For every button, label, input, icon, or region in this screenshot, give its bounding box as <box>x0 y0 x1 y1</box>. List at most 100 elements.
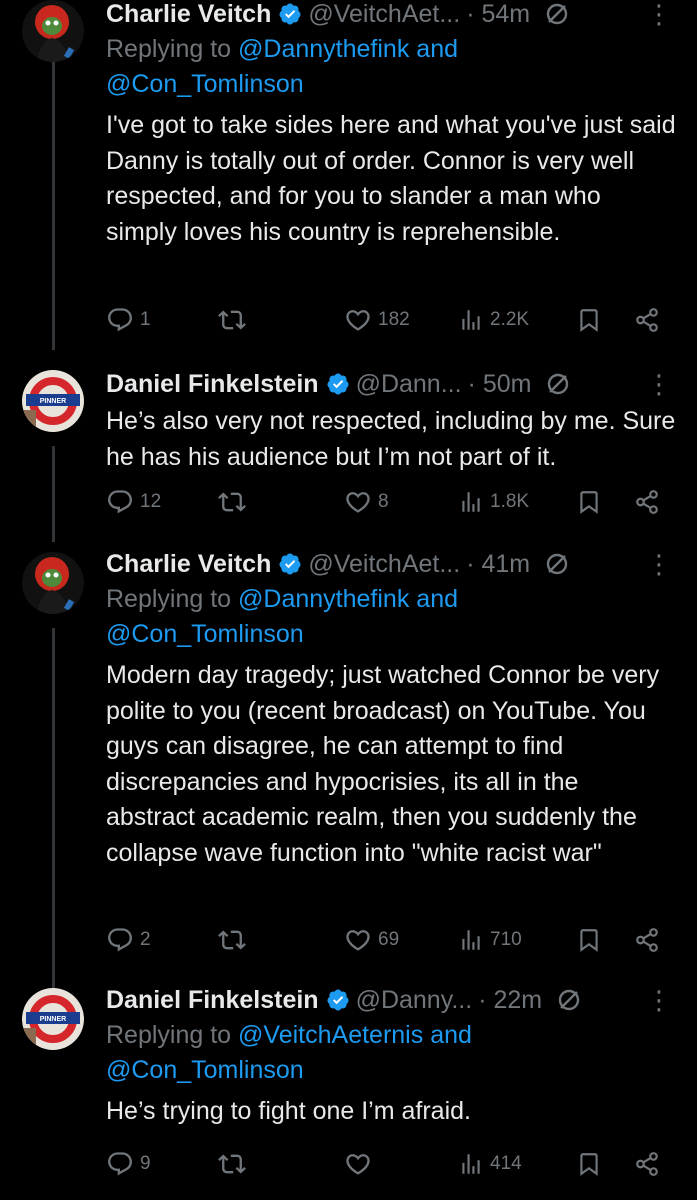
pinner-roundel-avatar[interactable]: PINNER <box>22 988 84 1050</box>
grok-icon[interactable] <box>544 1 570 27</box>
more-options-icon[interactable]: ⋮ <box>645 987 673 1013</box>
reply-button[interactable]: 9 <box>106 1150 151 1178</box>
heart-icon <box>346 930 370 951</box>
tweet-item[interactable]: Charlie Veitch @VeitchAet... · 41m ⋮ Rep… <box>0 530 697 970</box>
share-icon <box>636 928 658 952</box>
mention-link[interactable]: @Con_Tomlinson <box>106 1056 304 1084</box>
replying-to: Replying to @Dannythefink and @Con_Tomli… <box>106 35 459 98</box>
reply-icon <box>108 490 132 514</box>
view-count: 1.8K <box>490 491 530 512</box>
frog-avatar[interactable] <box>22 0 84 62</box>
verified-badge-icon <box>279 553 301 575</box>
reply-icon <box>108 928 132 952</box>
author-name[interactable]: Charlie Veitch <box>106 550 271 579</box>
views-icon <box>462 492 480 512</box>
tweet-text: I've got to take sides here and what you… <box>106 111 676 246</box>
reply-button[interactable]: 12 <box>106 488 161 516</box>
grok-icon[interactable] <box>556 987 582 1013</box>
action-bar: 2 69 710 <box>106 922 673 958</box>
share-button[interactable] <box>634 1151 660 1177</box>
more-options-icon[interactable]: ⋮ <box>645 1 673 27</box>
retweet-button[interactable] <box>218 926 246 954</box>
bookmark-button[interactable] <box>576 489 602 515</box>
author-handle[interactable]: @VeitchAet... <box>308 550 460 579</box>
author-handle[interactable]: @VeitchAet... <box>308 0 460 29</box>
like-button[interactable] <box>344 1150 378 1178</box>
heart-icon <box>346 1154 370 1175</box>
bookmark-icon <box>580 309 598 332</box>
bookmark-icon <box>580 929 598 952</box>
verified-badge-icon <box>327 989 349 1011</box>
verified-badge-icon <box>327 373 349 395</box>
mention-link[interactable]: @Dannythefink <box>238 35 409 63</box>
grok-icon[interactable] <box>544 551 570 577</box>
author-handle[interactable]: @Dann... <box>356 370 462 399</box>
frog-avatar[interactable] <box>22 552 84 614</box>
retweet-icon <box>218 310 246 330</box>
bookmark-button[interactable] <box>576 1151 602 1177</box>
like-button[interactable]: 69 <box>344 926 399 954</box>
pinner-roundel-avatar[interactable]: PINNER <box>22 370 84 432</box>
reply-button[interactable]: 2 <box>106 926 151 954</box>
heart-icon <box>346 310 370 331</box>
views-button[interactable]: 710 <box>458 927 522 953</box>
svg-text:PINNER: PINNER <box>40 398 66 405</box>
like-button[interactable]: 182 <box>344 306 410 334</box>
timestamp[interactable]: · 41m <box>466 550 530 579</box>
views-icon <box>462 930 480 950</box>
author-name[interactable]: Daniel Finkelstein <box>106 370 319 399</box>
like-button[interactable]: 8 <box>344 488 389 516</box>
tweet-text: He’s also very not respected, including … <box>106 407 676 471</box>
mention-link[interactable]: @Dannythefink <box>238 585 409 613</box>
tweet-item[interactable]: PINNER Daniel Finkelstein @Danny... · 22… <box>0 970 697 1200</box>
timestamp[interactable]: · 22m <box>478 986 542 1015</box>
more-options-icon[interactable]: ⋮ <box>645 551 673 577</box>
tweet-item[interactable]: Charlie Veitch @VeitchAet... · 54m ⋮ Rep… <box>0 0 697 350</box>
bookmark-icon <box>580 491 598 514</box>
retweet-button[interactable] <box>218 488 246 516</box>
bookmark-icon <box>580 1153 598 1176</box>
view-count: 710 <box>490 929 522 950</box>
mention-link[interactable]: @Con_Tomlinson <box>106 70 304 98</box>
reply-count: 9 <box>140 1153 151 1174</box>
replying-to: Replying to @VeitchAeternis and @Con_Tom… <box>106 1021 472 1084</box>
tweet-item[interactable]: PINNER Daniel Finkelstein @Dann... · 50m… <box>0 350 697 530</box>
retweet-button[interactable] <box>218 1150 246 1178</box>
author-name[interactable]: Charlie Veitch <box>106 0 271 29</box>
retweet-icon <box>218 1154 246 1174</box>
bookmark-button[interactable] <box>576 927 602 953</box>
more-options-icon[interactable]: ⋮ <box>645 371 673 397</box>
share-icon <box>636 1152 658 1176</box>
replying-to: Replying to @Dannythefink and @Con_Tomli… <box>106 585 459 648</box>
retweet-icon <box>218 492 246 512</box>
author-name[interactable]: Daniel Finkelstein <box>106 986 319 1015</box>
views-button[interactable]: 2.2K <box>458 307 529 333</box>
reply-count: 1 <box>140 309 151 330</box>
grok-icon[interactable] <box>545 371 571 397</box>
retweet-button[interactable] <box>218 306 246 334</box>
verified-badge-icon <box>279 3 301 25</box>
view-count: 2.2K <box>490 309 530 330</box>
view-count: 414 <box>490 1153 522 1174</box>
reply-icon <box>108 1152 132 1176</box>
svg-text:PINNER: PINNER <box>40 1016 66 1023</box>
bookmark-button[interactable] <box>576 307 602 333</box>
mention-link[interactable]: @Con_Tomlinson <box>106 620 304 648</box>
share-button[interactable] <box>634 489 660 515</box>
share-button[interactable] <box>634 307 660 333</box>
timestamp[interactable]: · 54m <box>466 0 530 29</box>
author-handle[interactable]: @Danny... <box>356 986 473 1015</box>
mention-link[interactable]: @VeitchAeternis <box>238 1021 423 1049</box>
like-count: 69 <box>378 929 400 950</box>
timestamp[interactable]: · 50m <box>468 370 532 399</box>
share-icon <box>636 308 658 332</box>
views-button[interactable]: 1.8K <box>458 489 529 515</box>
views-button[interactable]: 414 <box>458 1151 522 1177</box>
action-bar: 9 414 <box>106 1146 673 1182</box>
like-count: 182 <box>378 309 410 330</box>
tweet-text: He’s trying to fight one I’m afraid. <box>106 1097 471 1125</box>
action-bar: 12 8 1.8K <box>106 484 673 520</box>
reply-button[interactable]: 1 <box>106 306 151 334</box>
reply-icon <box>108 308 132 332</box>
share-button[interactable] <box>634 927 660 953</box>
